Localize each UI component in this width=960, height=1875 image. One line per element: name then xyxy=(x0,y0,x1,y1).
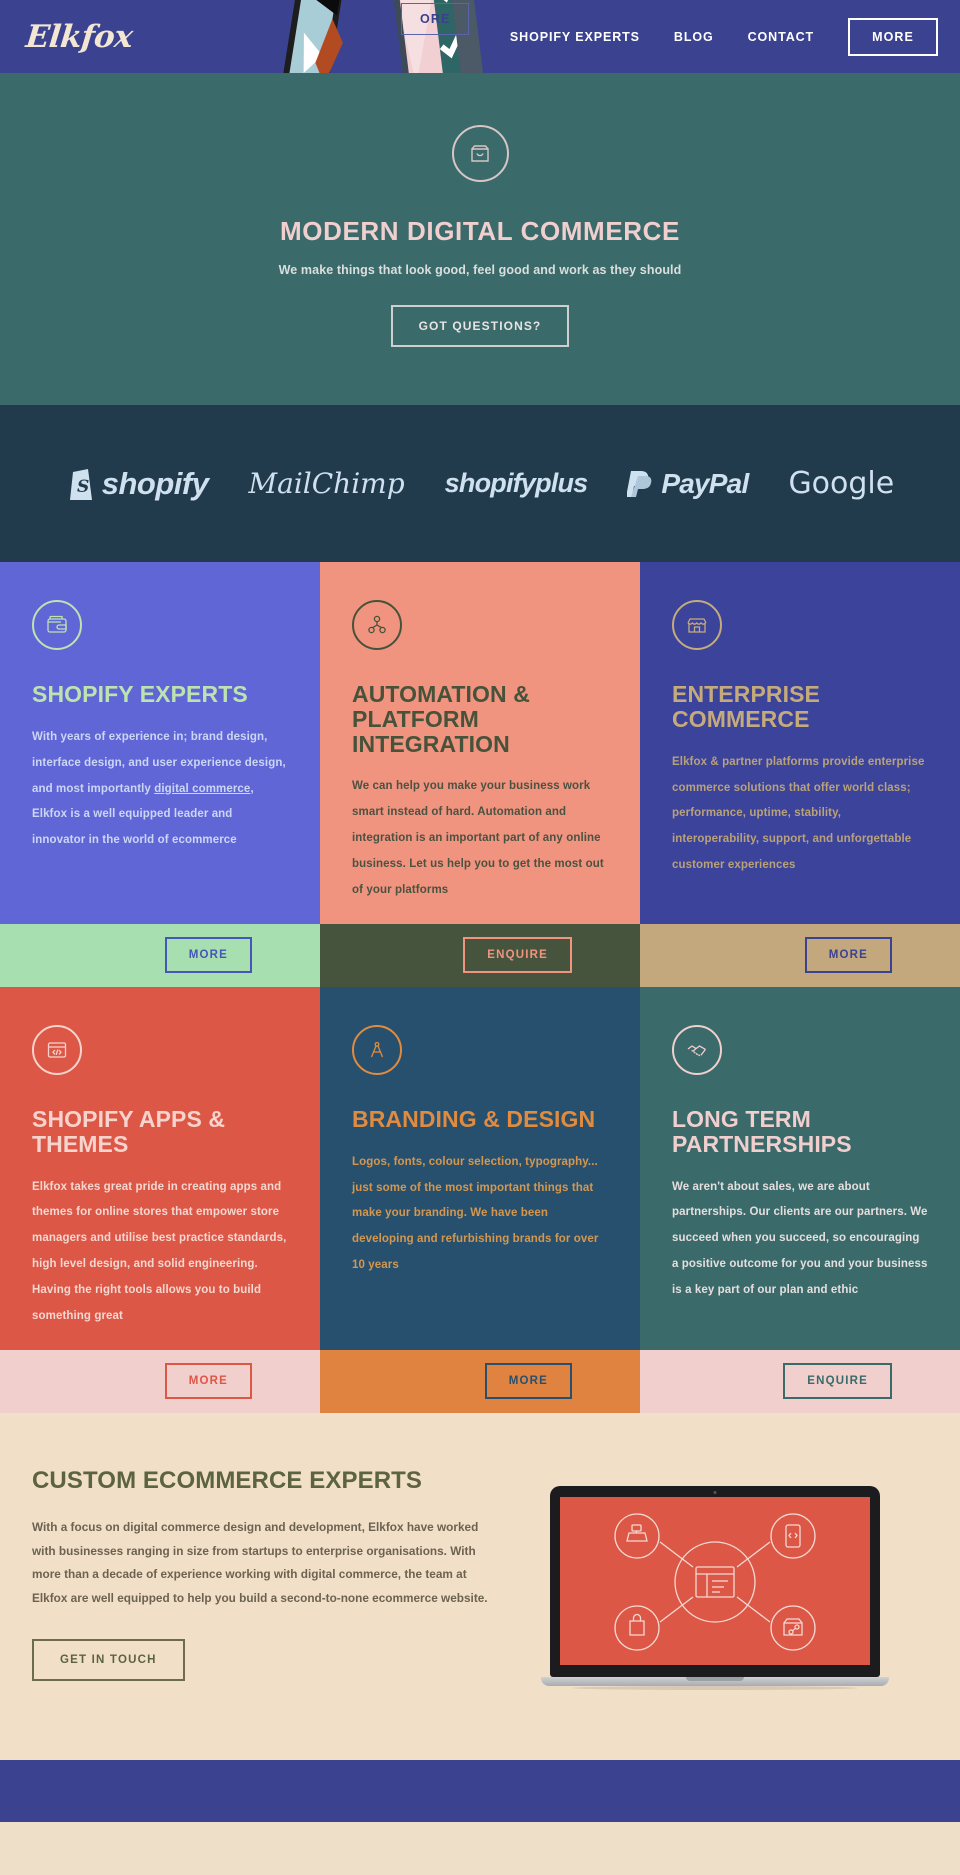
card-body: Elkfox & partner platforms provide enter… xyxy=(672,755,925,872)
enquire-button-long-term-partnerships[interactable]: ENQUIRE xyxy=(783,1363,892,1400)
more-button-apps-themes[interactable]: MORE xyxy=(164,1363,252,1400)
custom-ecommerce-body: With a focus on digital commerce design … xyxy=(32,1520,488,1605)
services-actions-row-2: MORE MORE ENQUIRE xyxy=(0,1349,960,1413)
action-cell-shopify-experts: MORE xyxy=(0,923,320,987)
services-row-2: SHOPIFY APPS & THEMES Elkfox takes great… xyxy=(0,986,960,1350)
custom-ecommerce-text: CUSTOM ECOMMERCE EXPERTS With a focus on… xyxy=(30,1466,500,1681)
paypal-p-icon xyxy=(627,470,652,497)
storefront-icon xyxy=(672,600,722,650)
nav-shopify-experts[interactable]: SHOPIFY EXPERTS xyxy=(510,30,640,44)
code-window-icon xyxy=(32,1024,82,1075)
mailchimp-logo: MailChimp xyxy=(248,467,404,500)
card-branding-design[interactable]: BRANDING & DESIGN Logos, fonts, colour s… xyxy=(320,986,640,1350)
hero-title: MODERN DIGITAL COMMERCE xyxy=(280,216,680,246)
laptop-notch xyxy=(686,1676,744,1681)
action-cell-enterprise-commerce: MORE xyxy=(640,923,960,987)
enquire-button-automation[interactable]: ENQUIRE xyxy=(463,937,572,974)
shopify-plus-logo: shopify plus xyxy=(444,468,589,499)
more-button-shopify-experts[interactable]: MORE xyxy=(164,937,252,974)
card-title: BRANDING & DESIGN xyxy=(352,1105,596,1132)
cash-register-icon xyxy=(614,1513,660,1559)
handshake-icon xyxy=(672,1024,722,1075)
partner-logo-strip: S shopify MailChimp shopify plus PayPal G… xyxy=(0,405,960,562)
share-box-icon xyxy=(770,1605,816,1651)
action-cell-automation: ENQUIRE xyxy=(320,923,640,987)
shopify-bag-icon: S xyxy=(69,468,92,500)
get-in-touch-button[interactable]: GET IN TOUCH xyxy=(32,1638,185,1681)
laptop-screen xyxy=(560,1496,870,1665)
custom-ecommerce-illustration xyxy=(500,1468,930,1690)
card-automation[interactable]: AUTOMATION & PLATFORM INTEGRATION We can… xyxy=(320,562,640,924)
card-shopify-experts[interactable]: SHOPIFY EXPERTS With years of experience… xyxy=(0,562,320,924)
nav-contact[interactable]: CONTACT xyxy=(748,30,814,44)
google-logo-text: Google xyxy=(788,466,895,501)
google-logo: Google xyxy=(788,466,894,501)
shopify-plus-logo-text: shopify xyxy=(444,468,536,498)
laptop-camera xyxy=(713,1490,717,1494)
card-body: Logos, fonts, colour selection, typograp… xyxy=(352,1155,599,1272)
footer-strip xyxy=(0,1759,960,1822)
card-body: With years of experience in; brand desig… xyxy=(32,725,288,854)
action-cell-long-term-partnerships: ENQUIRE xyxy=(640,1349,960,1413)
mailchimp-logo-text: MailChimp xyxy=(248,467,405,500)
custom-ecommerce-section: CUSTOM ECOMMERCE EXPERTS With a focus on… xyxy=(0,1412,960,1760)
more-button-branding-design[interactable]: MORE xyxy=(484,1363,572,1400)
hero-subtitle: We make things that look good, feel good… xyxy=(278,263,682,277)
services-row-1: SHOPIFY EXPERTS With years of experience… xyxy=(0,562,960,924)
wallet-icon xyxy=(32,600,82,650)
custom-ecommerce-title: CUSTOM ECOMMERCE EXPERTS xyxy=(32,1466,422,1494)
integration-nodes-icon xyxy=(352,600,402,650)
shopping-bag-icon xyxy=(614,1605,660,1651)
hero-section: MODERN DIGITAL COMMERCE We make things t… xyxy=(0,73,960,405)
more-button-enterprise-commerce[interactable]: MORE xyxy=(804,937,892,974)
paypal-logo-text: PayPal xyxy=(661,467,749,499)
header-ghost-more-button[interactable]: ORE xyxy=(401,3,470,35)
shopping-bag-icon xyxy=(451,125,509,182)
site-header: Elkfox ORE SHOPIFY EXPERTS BLOG CONTACT … xyxy=(0,0,960,73)
card-body: We aren't about sales, we are about part… xyxy=(672,1180,928,1297)
card-enterprise-commerce[interactable]: ENTERPRISE COMMERCE Elkfox & partner pla… xyxy=(640,562,960,924)
shopify-plus-suffix: plus xyxy=(535,468,588,498)
laptop-base xyxy=(541,1676,889,1686)
digital-commerce-link[interactable]: digital commerce xyxy=(154,783,250,795)
laptop-shadow xyxy=(572,1685,858,1690)
card-title: ENTERPRISE COMMERCE xyxy=(672,681,820,732)
shopify-logo: S shopify xyxy=(66,466,209,502)
card-title: SHOPIFY EXPERTS xyxy=(32,681,248,707)
got-questions-button[interactable]: GOT QUESTIONS? xyxy=(390,305,570,347)
card-title: SHOPIFY APPS & THEMES xyxy=(32,1105,226,1157)
svg-text:S: S xyxy=(77,477,89,497)
services-actions-row-1: MORE ENQUIRE MORE xyxy=(0,923,960,987)
card-apps-themes[interactable]: SHOPIFY APPS & THEMES Elkfox takes great… xyxy=(0,986,320,1350)
ecommerce-network-diagram xyxy=(614,1513,816,1651)
action-cell-branding-design: MORE xyxy=(320,1349,640,1413)
header-more-button[interactable]: MORE xyxy=(848,17,938,56)
action-cell-apps-themes: MORE xyxy=(0,1349,320,1413)
card-title: AUTOMATION & PLATFORM INTEGRATION xyxy=(352,681,530,757)
card-body: We can help you make your business work … xyxy=(352,780,604,896)
card-body: Elkfox takes great pride in creating app… xyxy=(32,1180,287,1322)
main-navigation: SHOPIFY EXPERTS BLOG CONTACT MORE xyxy=(510,17,938,56)
paypal-logo: PayPal xyxy=(627,467,749,500)
nav-blog[interactable]: BLOG xyxy=(674,30,714,44)
card-long-term-partnerships[interactable]: LONG TERM PARTNERSHIPS We aren't about s… xyxy=(640,986,960,1350)
laptop-lid xyxy=(550,1485,880,1677)
laptop-mockup xyxy=(541,1485,889,1690)
mobile-code-icon xyxy=(770,1513,816,1559)
compass-icon xyxy=(352,1024,402,1075)
shopify-logo-text: shopify xyxy=(101,465,209,501)
card-title: LONG TERM PARTNERSHIPS xyxy=(672,1105,852,1157)
site-logo[interactable]: Elkfox xyxy=(24,19,134,55)
